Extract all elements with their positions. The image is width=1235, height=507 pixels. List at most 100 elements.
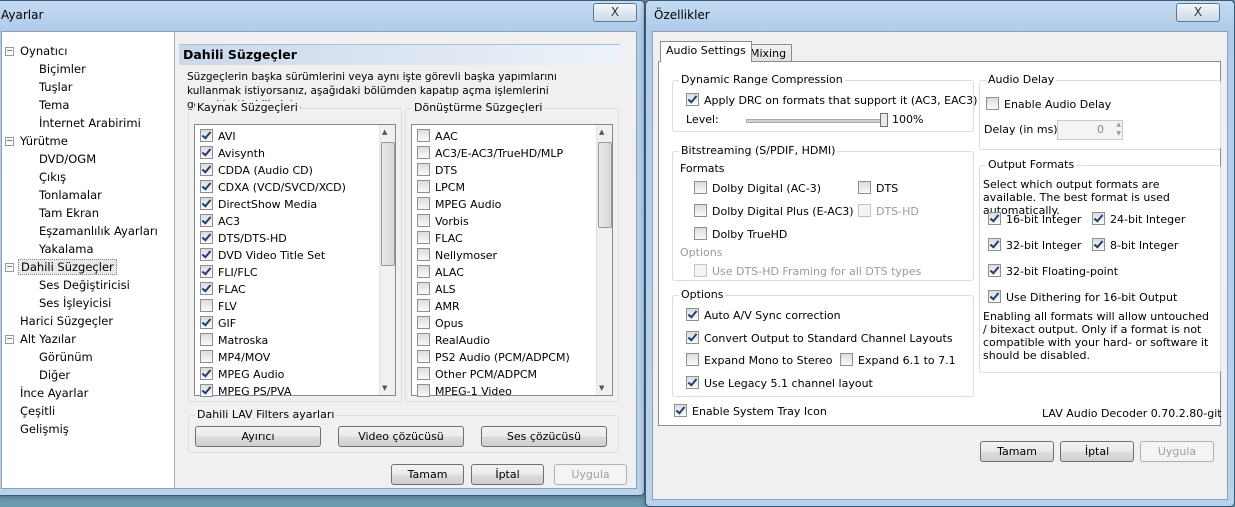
video-decoder-button[interactable]: Video çözücüsü [338,426,464,447]
collapse-icon[interactable]: − [5,263,14,272]
tree-item-yurutme[interactable]: Yürütme [20,134,68,148]
checkbox-icon[interactable] [417,350,430,363]
level-slider-thumb[interactable] [880,113,888,127]
av-sync-checkbox[interactable]: Auto A/V Sync correction [686,308,841,322]
list-item[interactable]: Opus [417,316,463,330]
list-item[interactable]: ALAC [417,265,464,279]
checkbox-icon[interactable] [417,265,430,278]
tree-item-ses-degistirici[interactable]: Ses Değiştiricisi [39,278,130,292]
checkbox-icon[interactable] [200,384,213,397]
checkbox-icon[interactable] [417,180,430,193]
list-item[interactable]: DTS [417,163,457,177]
list-item[interactable]: MP4/MOV [200,350,270,364]
transform-filters-list[interactable]: AAC AC3/E-AC3/TrueHD/MLP DTS LPCM MPEG Audio… [411,124,613,398]
tab-audio-settings[interactable]: Audio Settings [660,41,752,62]
int16-checkbox[interactable]: 16-bit Integer [988,212,1081,226]
checkbox-icon[interactable] [200,231,213,244]
scroll-up-icon[interactable]: ▲ [599,128,604,136]
tree-item-bicimler[interactable]: Biçimler [39,62,86,76]
delay-value[interactable]: 0 [1097,123,1104,136]
list-item[interactable]: AMR [417,299,460,313]
spin-down-icon[interactable]: ▼ [1116,130,1121,137]
splitter-button[interactable]: Ayırıcı [195,426,321,447]
audio-decoder-button[interactable]: Ses çözücüsü [481,426,607,447]
checkbox-icon[interactable] [417,299,430,312]
checkbox-icon[interactable] [986,97,999,110]
checkbox-icon[interactable] [417,129,430,142]
list-item[interactable]: Vorbis [417,214,469,228]
scroll-up-icon[interactable]: ▲ [382,128,387,136]
level-slider[interactable] [746,119,888,123]
checkbox-icon[interactable] [694,227,707,240]
int32-checkbox[interactable]: 32-bit Integer [988,238,1081,252]
list-item[interactable]: AC3 [200,214,240,228]
checkbox-icon[interactable] [417,282,430,295]
checkbox-icon[interactable] [988,264,1001,277]
int8-checkbox[interactable]: 8-bit Integer [1092,238,1178,252]
checkbox-icon[interactable] [686,353,699,366]
checkbox-icon[interactable] [417,197,430,210]
checkbox-icon[interactable] [200,129,213,142]
scroll-down-icon[interactable]: ▼ [599,384,604,392]
enable-audio-delay-checkbox[interactable]: Enable Audio Delay [986,97,1111,111]
checkbox-icon[interactable] [988,290,1001,303]
list-item[interactable]: Matroska [200,333,268,347]
system-tray-checkbox[interactable]: Enable System Tray Icon [674,404,827,418]
collapse-icon[interactable]: − [5,335,14,344]
tree-item-dvd[interactable]: DVD/OGM [39,152,96,166]
scrollbar[interactable]: ▲ ▼ [379,125,395,395]
expand-61-checkbox[interactable]: Expand 6.1 to 7.1 [840,353,956,367]
scrollbar-thumb[interactable] [381,142,395,266]
list-item[interactable]: AC3/E-AC3/TrueHD/MLP [417,146,563,160]
tree-item-ince[interactable]: İnce Ayarlar [20,386,88,400]
checkbox-icon[interactable] [200,333,213,346]
tree-item-tam-ekran[interactable]: Tam Ekran [39,206,99,220]
checkbox-icon[interactable] [694,264,707,277]
list-item[interactable]: CDDA (Audio CD) [200,163,313,177]
checkbox-icon[interactable] [200,350,213,363]
list-item[interactable]: FLAC [200,282,246,296]
checkbox-icon[interactable] [858,204,871,217]
list-item[interactable]: Other PCM/ADPCM [417,367,537,381]
checkbox-icon[interactable] [417,333,430,346]
checkbox-icon[interactable] [417,231,430,244]
tree-item-tema[interactable]: Tema [39,98,69,112]
checkbox-icon[interactable] [686,331,699,344]
ok-button[interactable]: Tamam [980,441,1054,462]
list-item[interactable]: AVI [200,129,236,143]
checkbox-icon[interactable] [686,308,699,321]
apply-drc-checkbox[interactable]: Apply DRC on formats that support it (AC… [686,93,977,107]
checkbox-icon[interactable] [686,376,699,389]
tree-item-cikis[interactable]: Çıkış [39,170,66,184]
delay-spinner[interactable]: 0 ▲ ▼ [1057,120,1123,140]
list-item[interactable]: PS2 Audio (PCM/ADPCM) [417,350,570,364]
list-item[interactable]: DVD Video Title Set [200,248,325,262]
tree-item-tonlamalar[interactable]: Tonlamalar [39,188,102,202]
spin-up-icon[interactable]: ▲ [1116,121,1121,128]
checkbox-icon[interactable] [1092,238,1105,251]
list-item[interactable]: MPEG Audio [200,367,284,381]
dolby-digital-checkbox[interactable]: Dolby Digital (AC-3) [694,181,821,195]
source-filters-list[interactable]: AVI Avisynth CDDA (Audio CD) CDXA (VCD/SVCD… [194,124,396,398]
checkbox-icon[interactable] [200,248,213,261]
tree-item-harici[interactable]: Harici Süzgeçler [20,314,113,328]
tree-item-ses-isleyici[interactable]: Ses İşleyicisi [39,296,111,310]
dolby-truehd-checkbox[interactable]: Dolby TrueHD [694,227,787,241]
apply-button[interactable]: Uygula [1140,441,1214,462]
list-item[interactable]: FLAC [417,231,463,245]
dithering-checkbox[interactable]: Use Dithering for 16-bit Output [988,290,1177,304]
checkbox-icon[interactable] [674,404,687,417]
tree-item-yakalama[interactable]: Yakalama [39,242,94,256]
tree-item-diger[interactable]: Diğer [39,368,70,382]
checkbox-icon[interactable] [1092,212,1105,225]
checkbox-icon[interactable] [200,299,213,312]
list-item[interactable]: MPEG Audio [417,197,501,211]
dolby-digital-plus-checkbox[interactable]: Dolby Digital Plus (E-AC3) [694,204,854,218]
dts-hd-checkbox[interactable]: DTS-HD [858,204,919,218]
checkbox-icon[interactable] [694,204,707,217]
list-item[interactable]: RealAudio [417,333,490,347]
collapse-icon[interactable]: − [5,137,14,146]
checkbox-icon[interactable] [417,367,430,380]
list-item[interactable]: Nellymoser [417,248,497,262]
convert-layouts-checkbox[interactable]: Convert Output to Standard Channel Layou… [686,331,953,345]
